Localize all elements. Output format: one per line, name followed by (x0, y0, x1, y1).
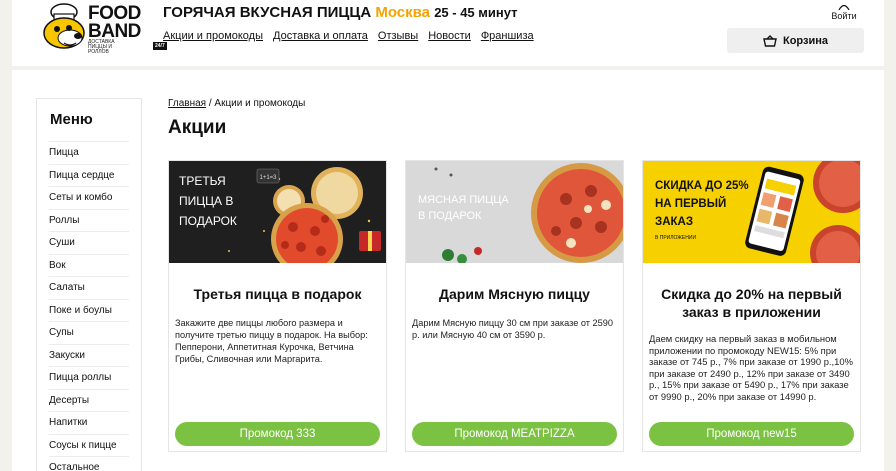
menu-item-pizza-heart[interactable]: Пицца сердце (49, 163, 129, 187)
menu-list: Пицца Пицца сердце Сеты и комбо Роллы Су… (49, 141, 129, 471)
nav-link-news[interactable]: Новости (428, 30, 471, 42)
logo-badge: 24/7 (153, 42, 167, 50)
promo-code-button[interactable]: Промокод 333 (175, 422, 380, 446)
nav-link-reviews[interactable]: Отзывы (378, 30, 418, 42)
login-label: Войти (831, 11, 857, 21)
promo-title: Дарим Мясную пиццу (439, 286, 590, 302)
breadcrumb: Главная / Акции и промокоды (168, 98, 305, 109)
menu-item-soups[interactable]: Супы (49, 321, 129, 344)
cart-button[interactable]: Корзина (727, 28, 864, 53)
promo-card: 1+1=3 ТРЕТЬЯ ПИЦЦА В ПОДАРОК Третья пицц… (168, 160, 387, 452)
menu-item-sets[interactable]: Сеты и комбо (49, 186, 129, 209)
menu-item-sauces[interactable]: Соусы к пицце (49, 433, 129, 457)
site-logo[interactable]: FOOD BAND ДОСТАВКА ПИЦЦЫ И РОЛЛОВ 24/7 (40, 2, 167, 55)
dog-mascot-icon (43, 3, 85, 49)
promo-title: Третья пицца в подарок (193, 286, 362, 302)
banner-mini-text: 1+1=3 (259, 175, 277, 181)
nav-link-delivery[interactable]: Доставка и оплата (273, 30, 368, 42)
promo-code-button[interactable]: Промокод MEATPIZZA (412, 422, 617, 446)
login-button[interactable]: Войти (831, 2, 857, 21)
banner-text-line1: МЯСНАЯ ПИЦЦА (418, 194, 509, 206)
promo-card: МЯСНАЯ ПИЦЦА В ПОДАРОК Дарим Мясную пицц… (405, 160, 624, 452)
promo-banner-app-discount: СКИДКА ДО 25% НА ПЕРВЫЙ ЗАКАЗ В ПРИЛОЖЕН… (643, 161, 860, 263)
promo-description: Дарим Мясную пиццу 30 см при заказе от 2… (412, 318, 613, 340)
menu-item-other[interactable]: Остальное (49, 456, 129, 471)
menu-item-salads[interactable]: Салаты (49, 276, 129, 299)
cart-label: Корзина (783, 34, 828, 47)
menu-item-sushi[interactable]: Суши (49, 231, 129, 254)
promo-banner-third-pizza: 1+1=3 ТРЕТЬЯ ПИЦЦА В ПОДАРОК (169, 161, 386, 263)
promo-banner-meat-pizza: МЯСНАЯ ПИЦЦА В ПОДАРОК (406, 161, 623, 263)
site-header: FOOD BAND ДОСТАВКА ПИЦЦЫ И РОЛЛОВ 24/7 Г… (12, 0, 884, 66)
banner-text-line3: ЗАКАЗ (655, 216, 693, 228)
promo-code-button[interactable]: Промокод new15 (649, 422, 854, 446)
promo-description: Закажите две пиццы любого размера и полу… (175, 318, 368, 364)
nav-link-promos[interactable]: Акции и промокоды (163, 30, 263, 42)
delivery-time: 25 - 45 минут (434, 5, 518, 20)
app-banner-image: СКИДКА ДО 25% НА ПЕРВЫЙ ЗАКАЗ В ПРИЛОЖЕН… (643, 161, 860, 263)
pizza-banner-image: 1+1=3 ТРЕТЬЯ ПИЦЦА В ПОДАРОК (169, 161, 386, 263)
menu-item-pizza[interactable]: Пицца (49, 141, 129, 164)
nav-link-franchise[interactable]: Франшиза (481, 30, 534, 42)
breadcrumb-current: Акции и промокоды (214, 98, 306, 109)
menu-item-poke[interactable]: Поке и боулы (49, 298, 129, 322)
menu-item-pizza-rolls[interactable]: Пицца роллы (49, 366, 129, 389)
pizza-banner-image: МЯСНАЯ ПИЦЦА В ПОДАРОК (406, 161, 623, 263)
menu-item-snacks[interactable]: Закуски (49, 343, 129, 367)
menu-sidebar: Меню Пицца Пицца сердце Сеты и комбо Рол… (36, 98, 142, 471)
menu-item-drinks[interactable]: Напитки (49, 411, 129, 434)
menu-item-wok[interactable]: Вок (49, 253, 129, 277)
menu-item-desserts[interactable]: Десерты (49, 388, 129, 412)
user-icon (838, 4, 850, 10)
promo-description: Даем скидку на первый заказ в мобильном … (649, 333, 853, 402)
menu-item-rolls[interactable]: Роллы (49, 208, 129, 232)
banner-text-line2: НА ПЕРВЫЙ (655, 197, 726, 210)
main-nav: Акции и промокоды Доставка и оплата Отзы… (163, 30, 534, 42)
banner-text-line1: СКИДКА ДО 25% (655, 180, 749, 192)
banner-text-line1: ТРЕТЬЯ (179, 174, 226, 188)
promo-title: Скидка до 20% на первый заказ в приложен… (661, 286, 842, 320)
headline-main: ГОРЯЧАЯ ВКУСНАЯ ПИЦЦА (163, 4, 372, 21)
banner-text-line3: ПОДАРОК (179, 214, 237, 228)
page-title: Акции (168, 117, 227, 138)
banner-text-line2: В ПОДАРОК (418, 210, 482, 222)
breadcrumb-home[interactable]: Главная (168, 98, 206, 109)
menu-title: Меню (50, 111, 93, 128)
city-selector[interactable]: Москва (375, 4, 430, 21)
logo-subtitle: ДОСТАВКА ПИЦЦЫ И РОЛЛОВ (88, 39, 115, 55)
banner-subtext: В ПРИЛОЖЕНИИ (655, 235, 696, 241)
breadcrumb-separator: / (208, 98, 212, 109)
basket-icon (763, 34, 777, 47)
page-content: Меню Пицца Пицца сердце Сеты и комбо Рол… (12, 70, 884, 471)
promo-card: СКИДКА ДО 25% НА ПЕРВЫЙ ЗАКАЗ В ПРИЛОЖЕН… (642, 160, 861, 452)
banner-text-line2: ПИЦЦА В (179, 194, 233, 208)
header-headline: ГОРЯЧАЯ ВКУСНАЯ ПИЦЦА Москва 25 - 45 мин… (163, 4, 518, 21)
